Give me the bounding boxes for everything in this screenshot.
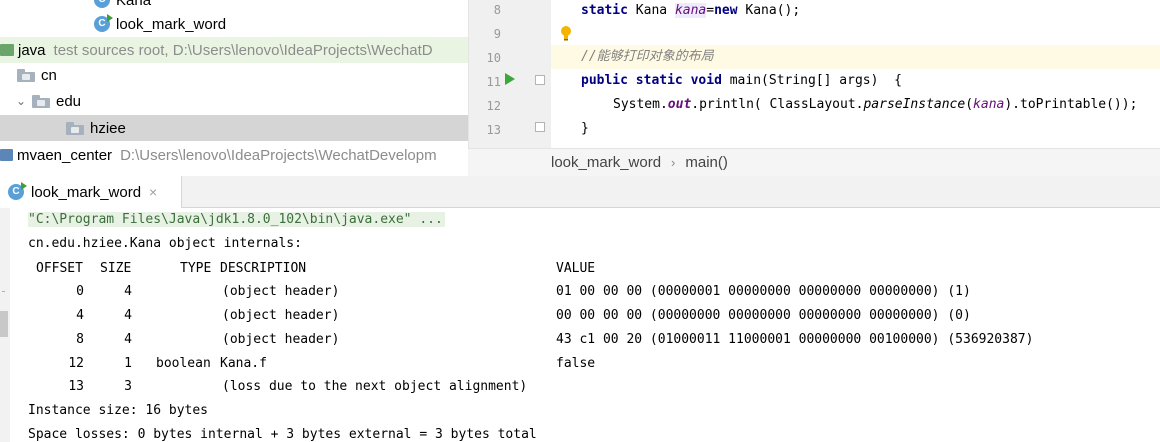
lightbulb-icon[interactable] <box>559 25 573 41</box>
package-folder-icon <box>32 94 50 108</box>
console-space-losses: Space losses: 0 bytes internal + 3 bytes… <box>28 427 537 442</box>
runnable-class-icon: C <box>8 182 27 200</box>
table-cell-value: false <box>556 356 596 371</box>
scroll-marker[interactable] <box>0 311 8 337</box>
table-cell-size: 3 <box>124 379 132 394</box>
gutter-tick <box>2 291 5 292</box>
col-header-type: TYPE <box>180 261 212 276</box>
console-command-line: "C:\Program Files\Java\jdk1.8.0_102\bin\… <box>28 212 445 227</box>
col-header-description: DESCRIPTION <box>220 261 307 276</box>
breadcrumb-method[interactable]: main() <box>685 154 728 171</box>
tab-run-look-mark-word[interactable]: C look_mark_word × <box>0 176 182 208</box>
code-line-10: //能够打印对象的布局 <box>581 49 714 64</box>
runnable-class-icon: C <box>94 14 113 32</box>
chevron-down-icon[interactable]: ⌄ <box>14 94 28 108</box>
table-cell-offset: 13 <box>68 379 84 394</box>
module-folder-icon <box>0 149 13 161</box>
table-cell-description: (loss due to the next object alignment) <box>222 379 528 394</box>
breadcrumb-file[interactable]: look_mark_word <box>551 154 661 171</box>
tree-item-cn[interactable]: cn <box>0 62 468 88</box>
code-editor[interactable]: 8 9 10 11 12 13 static Kana kana=new Kan… <box>468 0 1160 148</box>
table-cell-value: 00 00 00 00 (00000000 00000000 00000000 … <box>556 308 971 323</box>
table-cell-description: (object header) <box>222 308 340 323</box>
breadcrumb-separator-icon: › <box>671 155 676 170</box>
console-instance-size: Instance size: 16 bytes <box>28 403 209 418</box>
tree-item-look-mark-word[interactable]: C look_mark_word <box>0 11 468 37</box>
tree-item-label: mvaen_center <box>17 146 113 164</box>
code-line-13: } <box>581 121 589 136</box>
table-cell-size: 4 <box>124 284 132 299</box>
line-number: 9 <box>493 27 501 41</box>
tree-item-hziee[interactable]: hziee <box>0 115 468 141</box>
tree-item-java-test-root[interactable]: java test sources root, D:\Users\lenovo\… <box>0 37 468 63</box>
run-gutter-icon[interactable] <box>505 73 515 85</box>
table-cell-size: 4 <box>124 332 132 347</box>
java-class-icon: C <box>94 0 110 8</box>
tree-item-path-hint: D:\Users\lenovo\IdeaProjects\WechatDevel… <box>120 146 437 164</box>
table-cell-size: 1 <box>124 356 132 371</box>
project-tree: C Kana C look_mark_word java test source… <box>0 0 468 176</box>
package-folder-icon <box>66 121 84 135</box>
line-number: 12 <box>486 99 501 113</box>
tree-item-label: edu <box>56 92 82 110</box>
col-header-value: VALUE <box>556 261 596 276</box>
table-cell-value: 43 c1 00 20 (01000011 11000001 00000000 … <box>556 332 1034 347</box>
table-cell-description: (object header) <box>222 284 340 299</box>
run-console[interactable]: "C:\Program Files\Java\jdk1.8.0_102\bin\… <box>0 208 1160 442</box>
tree-item-label: look_mark_word <box>116 15 227 33</box>
tree-item-edu[interactable]: ⌄ edu <box>0 88 468 114</box>
tree-item-path-hint: test sources root, D:\Users\lenovo\IdeaP… <box>53 41 433 59</box>
tree-item-label: Kana <box>116 0 152 9</box>
line-number: 8 <box>493 3 501 17</box>
col-header-offset: OFFSET <box>36 261 83 276</box>
table-cell-value: 01 00 00 00 (00000001 00000000 00000000 … <box>556 284 971 299</box>
table-cell-size: 4 <box>124 308 132 323</box>
fold-marker-icon[interactable] <box>535 75 545 85</box>
col-header-size: SIZE <box>100 261 132 276</box>
tree-item-label: java <box>18 41 46 59</box>
table-cell-offset: 8 <box>76 332 84 347</box>
table-cell-description: Kana.f <box>220 356 267 371</box>
test-source-folder-icon <box>0 44 14 56</box>
console-internals-line: cn.edu.hziee.Kana object internals: <box>28 236 302 251</box>
code-line-11: public static void main(String[] args) { <box>581 73 902 88</box>
breadcrumb: look_mark_word › main() <box>468 148 1160 176</box>
console-gutter <box>0 208 10 442</box>
tree-item-label: cn <box>41 66 57 84</box>
code-line-8: static Kana kana=new Kana(); <box>581 3 801 18</box>
close-icon[interactable]: × <box>149 184 157 200</box>
line-number: 10 <box>486 51 501 65</box>
tree-item-mvaen-center[interactable]: mvaen_center D:\Users\lenovo\IdeaProject… <box>0 142 468 168</box>
run-tab-label: look_mark_word <box>31 183 142 201</box>
table-cell-description: (object header) <box>222 332 340 347</box>
tree-item-label: hziee <box>90 119 126 137</box>
table-cell-offset: 4 <box>76 308 84 323</box>
table-cell-offset: 12 <box>68 356 84 371</box>
package-folder-icon <box>17 68 35 82</box>
run-tool-window-tabs: C look_mark_word × <box>0 176 1160 208</box>
line-number: 13 <box>486 123 501 137</box>
table-cell-offset: 0 <box>76 284 84 299</box>
line-number: 11 <box>486 75 501 89</box>
fold-marker-icon[interactable] <box>535 122 545 132</box>
code-line-12: System.out.println( ClassLayout.parseIns… <box>613 97 1138 112</box>
table-cell-type: boolean <box>156 356 211 371</box>
